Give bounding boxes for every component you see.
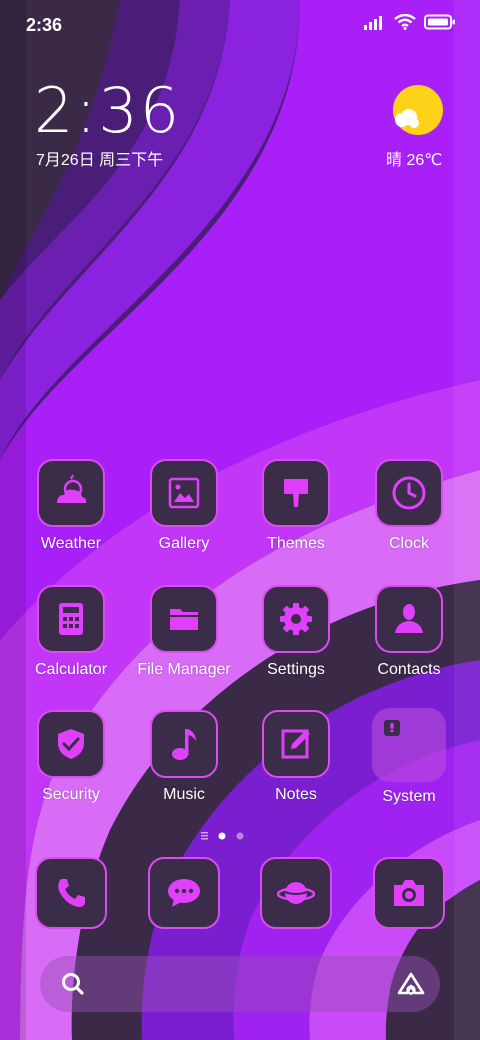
app-label: Calculator xyxy=(34,661,108,678)
app-settings[interactable]: Settings xyxy=(240,585,352,679)
notes-icon xyxy=(281,729,310,759)
clock-widget-date: 7月26日 周三下午 xyxy=(36,152,164,169)
app-weather[interactable]: Weather xyxy=(15,459,127,553)
calculator-icon xyxy=(59,603,83,635)
app-calculator[interactable]: Calculator xyxy=(15,585,127,679)
app-notes[interactable]: Notes xyxy=(240,710,352,804)
clock-widget-time[interactable]: 2:36 xyxy=(34,74,181,147)
status-time: 2:36 xyxy=(26,15,63,35)
weather-widget-text: 晴 26℃ xyxy=(386,146,442,170)
contacts-icon xyxy=(395,604,423,633)
gear-icon xyxy=(280,603,312,635)
page-dot-active xyxy=(218,832,226,840)
app-gallery[interactable]: Gallery xyxy=(128,459,240,553)
phone-icon xyxy=(58,879,85,907)
battery-icon xyxy=(424,14,455,30)
dock-messages[interactable] xyxy=(148,857,220,929)
app-security[interactable]: Security xyxy=(15,710,127,804)
app-label: Clock xyxy=(388,535,429,552)
app-label: Music xyxy=(163,786,205,803)
dock-camera[interactable] xyxy=(373,857,445,929)
app-label: System xyxy=(382,788,436,805)
app-label: Contacts xyxy=(377,661,441,678)
status-icons xyxy=(364,14,456,30)
page-indicator[interactable] xyxy=(0,829,480,843)
browser-icon xyxy=(276,882,316,904)
clock-icon xyxy=(392,476,426,510)
themes-icon xyxy=(284,479,308,507)
music-icon xyxy=(172,729,196,760)
app-system-folder[interactable]: System xyxy=(353,708,465,806)
system-folder-icon xyxy=(384,720,400,736)
app-label: File Manager xyxy=(137,661,231,678)
app-contacts[interactable]: Contacts xyxy=(353,585,465,679)
status-bar: 2:36 xyxy=(0,0,480,50)
search-icon[interactable] xyxy=(60,971,86,997)
sun-cloud-icon[interactable] xyxy=(392,84,444,136)
app-label: Themes xyxy=(267,535,325,552)
search-bar[interactable] xyxy=(40,956,440,1012)
app-themes[interactable]: Themes xyxy=(240,459,352,553)
page-dot xyxy=(236,832,244,840)
weather-icon xyxy=(57,474,87,503)
app-label: Settings xyxy=(267,661,325,678)
folder-icon xyxy=(170,609,198,630)
camera-icon xyxy=(394,880,424,906)
app-label: Weather xyxy=(40,535,102,552)
app-label: Security xyxy=(42,786,100,803)
app-clock[interactable]: Clock xyxy=(353,459,465,553)
app-label: Notes xyxy=(275,786,317,803)
wifi-icon xyxy=(394,14,416,30)
messages-icon xyxy=(168,879,200,907)
weather-condition: 晴 xyxy=(386,152,403,169)
dock-phone[interactable] xyxy=(35,857,107,929)
dock-browser[interactable] xyxy=(260,857,332,929)
gallery-icon xyxy=(168,477,200,509)
shield-icon xyxy=(58,729,84,759)
app-label: Gallery xyxy=(158,535,210,552)
assistant-icon[interactable] xyxy=(396,971,426,997)
app-file-manager[interactable]: File Manager xyxy=(128,585,240,679)
weather-temperature: 26℃ xyxy=(406,152,443,169)
signal-icon xyxy=(364,16,382,30)
app-music[interactable]: Music xyxy=(128,710,240,804)
menu-lines-icon xyxy=(201,832,208,840)
